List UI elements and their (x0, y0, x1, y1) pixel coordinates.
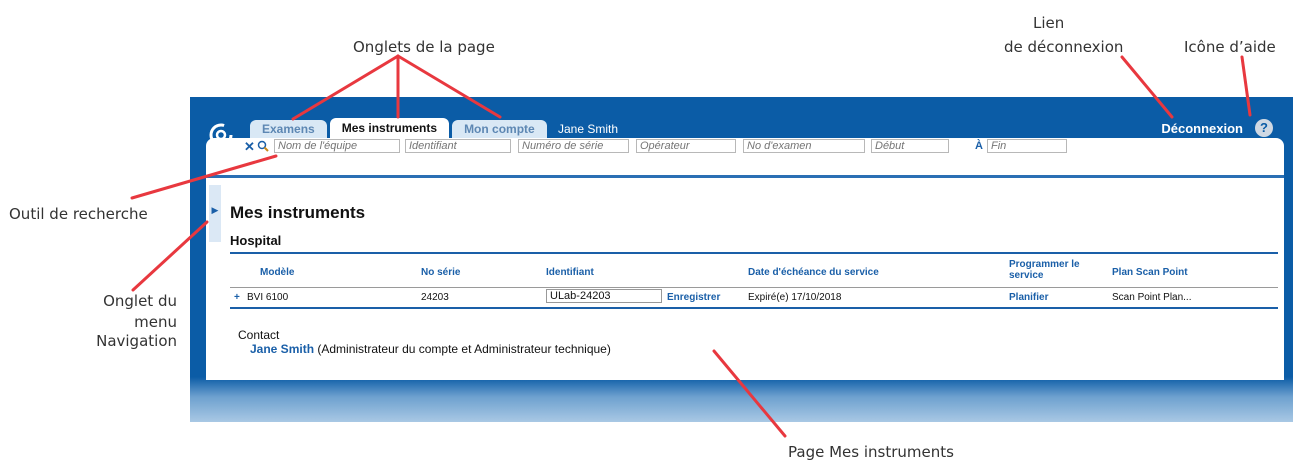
end-date-input[interactable] (987, 139, 1067, 153)
callout-help-icon: Icône d’aide (1184, 38, 1276, 56)
callout-logout-line2: de déconnexion (1004, 38, 1124, 56)
group-name: Hospital (230, 233, 282, 248)
callout-nav-tab-line1: Onglet du (103, 292, 177, 310)
tab-my-instruments[interactable]: Mes instruments (329, 118, 450, 138)
col-header-model: Modèle (260, 267, 295, 278)
operator-input[interactable] (636, 139, 736, 153)
col-header-schedule: Programmer le service (1009, 259, 1080, 281)
table-top-rule (230, 252, 1278, 254)
identifier-search-input[interactable] (405, 139, 511, 153)
start-date-input[interactable] (871, 139, 949, 153)
search-toolbar: ✕ À (206, 138, 1284, 156)
service-due-cell: Expiré(e) 17/10/2018 (748, 292, 842, 303)
navigation-menu-tab[interactable]: ▶ (209, 185, 221, 242)
col-header-plan: Plan Scan Point (1112, 267, 1188, 278)
callout-logout-line1: Lien (1033, 14, 1065, 32)
contact-line: Jane Smith (Administrateur du compte et … (250, 342, 611, 356)
serial-number-input[interactable] (518, 139, 629, 153)
contact-label: Contact (238, 328, 280, 342)
app-window: Examens Mes instruments Mon compte Jane … (190, 97, 1293, 422)
page-title: Mes instruments (230, 203, 366, 222)
plan-cell: Scan Point Plan... (1112, 292, 1192, 303)
model-cell: BVI 6100 (247, 292, 289, 303)
contact-role: (Administrateur du compte et Administrat… (317, 342, 611, 356)
page-tabs: Examens Mes instruments Mon compte (250, 118, 550, 138)
tab-exams[interactable]: Examens (250, 120, 327, 138)
clear-search-icon[interactable]: ✕ (244, 139, 255, 155)
contact-name-link[interactable]: Jane Smith (250, 342, 314, 356)
callout-page-tabs: Onglets de la page (353, 38, 495, 56)
serial-cell: 24203 (421, 292, 449, 303)
callout-search-tool: Outil de recherche (9, 205, 148, 223)
tab-my-account[interactable]: Mon compte (452, 120, 547, 138)
save-button[interactable]: Enregistrer (667, 292, 720, 303)
schedule-link[interactable]: Planifier (1009, 292, 1048, 303)
col-header-service-due: Date d'échéance du service (748, 267, 879, 278)
search-icon[interactable] (257, 140, 269, 152)
help-icon[interactable]: ? (1255, 119, 1273, 137)
header-separator (230, 287, 1278, 288)
callout-instruments-page: Page Mes instruments (788, 443, 954, 461)
callout-nav-tab-line2: menu Navigation (96, 313, 177, 350)
identifier-input[interactable] (546, 289, 662, 303)
col-header-identifier: Identifiant (546, 267, 594, 278)
exam-number-input[interactable] (743, 139, 865, 153)
table-bottom-rule (230, 307, 1278, 309)
to-label: À (975, 140, 983, 152)
col-header-serial: No série (421, 267, 461, 278)
expand-row-button[interactable]: + (234, 292, 240, 303)
user-name: Jane Smith (558, 122, 619, 136)
team-name-input[interactable] (274, 139, 400, 153)
chevron-right-icon: ▶ (211, 205, 219, 215)
divider (206, 175, 1284, 178)
logout-link[interactable]: Déconnexion (1161, 121, 1243, 136)
